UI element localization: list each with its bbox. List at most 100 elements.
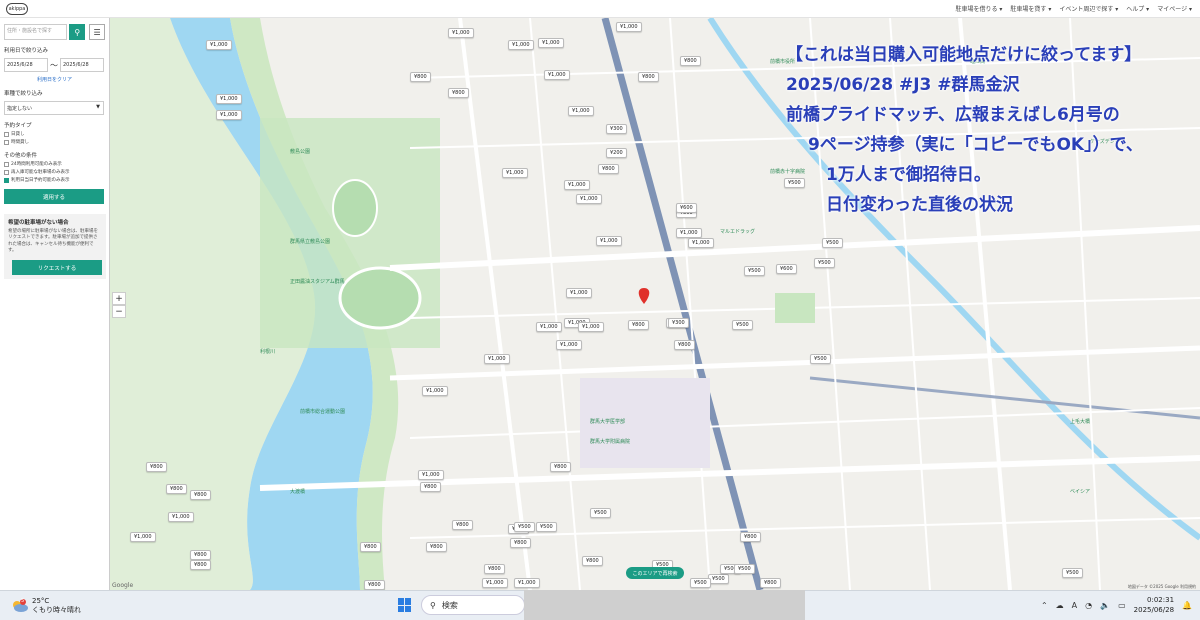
price-marker[interactable]: ¥500: [690, 578, 711, 588]
ime-indicator[interactable]: A: [1072, 601, 1077, 610]
taskbar-clock[interactable]: 0:02:31 2025/06/28: [1134, 595, 1174, 615]
price-marker[interactable]: ¥600: [676, 203, 697, 213]
price-marker[interactable]: ¥1,000: [130, 532, 156, 542]
price-marker[interactable]: ¥800: [638, 72, 659, 82]
map-poi-label[interactable]: 群馬県立敷島公園: [290, 238, 330, 245]
nav-mypage[interactable]: マイページ ▾: [1157, 4, 1192, 13]
price-marker[interactable]: ¥500: [514, 522, 535, 532]
map-poi-label[interactable]: 大渡橋: [290, 488, 305, 495]
price-marker[interactable]: ¥1,000: [688, 238, 714, 248]
wifi-icon[interactable]: ◔: [1085, 601, 1092, 610]
price-marker[interactable]: ¥800: [550, 462, 571, 472]
cloud-icon[interactable]: ☁: [1056, 601, 1064, 610]
request-button[interactable]: リクエストする: [12, 260, 102, 276]
price-marker[interactable]: ¥200: [606, 148, 627, 158]
location-pin-icon[interactable]: [638, 288, 650, 304]
price-marker[interactable]: ¥1,000: [536, 322, 562, 332]
price-marker[interactable]: ¥1,000: [206, 40, 232, 50]
speaker-icon[interactable]: 🔈: [1100, 601, 1110, 610]
vehicle-select[interactable]: 指定しない ▼: [4, 101, 104, 115]
price-marker[interactable]: ¥500: [590, 508, 611, 518]
price-marker[interactable]: ¥500: [734, 564, 755, 574]
zoom-in-button[interactable]: +: [112, 292, 126, 305]
price-marker[interactable]: ¥1,000: [578, 322, 604, 332]
date-from-field[interactable]: 2025/6/28: [4, 58, 48, 72]
price-marker[interactable]: ¥1,000: [422, 386, 448, 396]
map-poi-label[interactable]: 敷島公園: [290, 148, 310, 155]
reserve-type-hourly[interactable]: 時間貸し: [4, 139, 105, 145]
price-marker[interactable]: ¥800: [420, 482, 441, 492]
map-poi-label[interactable]: 前橋市総合運動公園: [300, 408, 345, 415]
price-marker[interactable]: ¥500: [536, 522, 557, 532]
price-marker[interactable]: ¥800: [146, 462, 167, 472]
taskbar-search[interactable]: ⚲ 検索: [421, 595, 525, 615]
price-marker[interactable]: ¥1,000: [482, 578, 508, 588]
price-marker[interactable]: ¥1,000: [168, 512, 194, 522]
price-marker[interactable]: ¥800: [190, 550, 211, 560]
brand-logo[interactable]: akippa: [6, 2, 28, 15]
price-marker[interactable]: ¥500: [744, 266, 765, 276]
price-marker[interactable]: ¥800: [760, 578, 781, 588]
price-marker[interactable]: ¥1,000: [216, 94, 242, 104]
price-marker[interactable]: ¥800: [628, 320, 649, 330]
search-this-area-button[interactable]: このエリアで再検索: [626, 567, 684, 579]
price-marker[interactable]: ¥1,000: [568, 106, 594, 116]
price-marker[interactable]: ¥800: [360, 542, 381, 552]
condition-reentry[interactable]: 再入庫可能な駐車場のみ表示: [4, 169, 105, 175]
price-marker[interactable]: ¥600: [776, 264, 797, 274]
price-marker[interactable]: ¥800: [582, 556, 603, 566]
price-marker[interactable]: ¥500: [1062, 568, 1083, 578]
checkbox[interactable]: [4, 131, 9, 137]
price-marker[interactable]: ¥1,000: [596, 236, 622, 246]
battery-icon[interactable]: ▭: [1118, 601, 1126, 610]
price-marker[interactable]: ¥1,000: [216, 110, 242, 120]
price-marker[interactable]: ¥500: [708, 574, 729, 584]
price-marker[interactable]: ¥300: [606, 124, 627, 134]
price-marker[interactable]: ¥800: [452, 520, 473, 530]
condition-24h[interactable]: 24時間利用可能のみ表示: [4, 161, 105, 167]
weather-widget[interactable]: 5 25°C くもり時々晴れ: [10, 597, 81, 615]
map-poi-label[interactable]: 正田醤油スタジアム群馬: [290, 278, 345, 285]
map-poi-label[interactable]: ベイシア: [1070, 488, 1090, 495]
search-button[interactable]: ⚲: [69, 24, 86, 40]
price-marker[interactable]: ¥1,000: [616, 22, 642, 32]
reserve-type-daily[interactable]: 日貸し: [4, 131, 105, 137]
checkbox-checked[interactable]: [4, 177, 9, 183]
price-marker[interactable]: ¥800: [426, 542, 447, 552]
price-marker[interactable]: ¥800: [190, 560, 211, 570]
checkbox[interactable]: [4, 139, 9, 145]
nav-event[interactable]: イベント周辺で探す ▾: [1059, 4, 1118, 13]
search-input[interactable]: 住所・施設名で探す: [4, 24, 68, 40]
price-marker[interactable]: ¥500: [732, 320, 753, 330]
price-marker[interactable]: ¥1,000: [566, 288, 592, 298]
price-marker[interactable]: ¥1,000: [448, 28, 474, 38]
windows-start-icon[interactable]: [398, 598, 412, 612]
bell-icon[interactable]: 🔔: [1182, 601, 1192, 610]
price-marker[interactable]: ¥800: [674, 340, 695, 350]
price-marker[interactable]: ¥500: [810, 354, 831, 364]
price-marker[interactable]: ¥800: [364, 580, 385, 590]
price-marker[interactable]: ¥1,000: [484, 354, 510, 364]
price-marker[interactable]: ¥1,000: [418, 470, 444, 480]
nav-rent[interactable]: 駐車場を借りる ▾: [956, 4, 1003, 13]
price-marker[interactable]: ¥800: [510, 538, 531, 548]
price-marker[interactable]: ¥1,000: [676, 228, 702, 238]
nav-help[interactable]: ヘルプ ▾: [1126, 4, 1149, 13]
price-marker[interactable]: ¥800: [680, 56, 701, 66]
price-marker[interactable]: ¥1,000: [544, 70, 570, 80]
price-marker[interactable]: ¥800: [190, 490, 211, 500]
map-poi-label[interactable]: 上毛大橋: [1070, 418, 1090, 425]
map-poi-label[interactable]: マルエドラッグ: [720, 228, 755, 235]
price-marker[interactable]: ¥500: [822, 238, 843, 248]
zoom-out-button[interactable]: −: [112, 305, 126, 318]
price-marker[interactable]: ¥1,000: [502, 168, 528, 178]
price-marker[interactable]: ¥1,000: [576, 194, 602, 204]
price-marker[interactable]: ¥800: [410, 72, 431, 82]
checkbox[interactable]: [4, 169, 9, 175]
price-marker[interactable]: ¥1,000: [514, 578, 540, 588]
price-marker[interactable]: ¥800: [484, 564, 505, 574]
price-marker[interactable]: ¥1,000: [564, 180, 590, 190]
date-clear-link[interactable]: 利用日をクリア: [4, 76, 105, 83]
nav-lend[interactable]: 駐車場を貸す ▾: [1010, 4, 1051, 13]
price-marker[interactable]: ¥800: [448, 88, 469, 98]
